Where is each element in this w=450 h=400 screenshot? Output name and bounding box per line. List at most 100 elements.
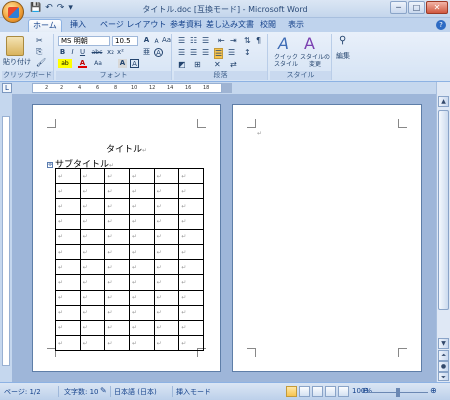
scroll-thumb[interactable] [438, 110, 449, 310]
tab-selector[interactable]: L [2, 83, 12, 93]
font-color-icon[interactable]: A [78, 59, 87, 68]
copy-icon[interactable]: ⎘ [36, 47, 42, 56]
vertical-ruler[interactable] [0, 94, 12, 382]
document-table[interactable]: ↵ ↵ ↵ ↵ ↵ ↵ ↵ ↵ ↵ ↵ ↵ ↵ ↵ ↵ ↵ ↵ ↵ ↵ ↵ ↵ ↵ ↵ ↵ ↵ ↵ ↵ ↵ ↵ ↵ ↵ ↵ ↵ ↵ ↵ ↵ ↵ ↵ ↵ ↵ ↵… [55, 167, 204, 352]
table-cell[interactable]: ↵ [128, 198, 155, 215]
table-cell[interactable]: ↵ [79, 304, 106, 321]
table-cell[interactable]: ↵ [178, 213, 204, 230]
table-cell[interactable]: ↵ [79, 228, 106, 245]
table-cell[interactable]: ↵ [128, 335, 155, 352]
zoom-slider-thumb[interactable] [396, 388, 400, 397]
justify-icon[interactable]: ☰ [214, 48, 224, 59]
table-cell[interactable]: ↵ [104, 183, 130, 200]
table-cell[interactable]: ↵ [55, 167, 81, 185]
quick-style-button[interactable]: クイック スタイル [271, 54, 301, 68]
binoculars-icon[interactable]: ⚲ [339, 36, 346, 46]
multilevel-list-icon[interactable]: ☰ [202, 36, 209, 45]
zoom-out-icon[interactable]: ⊖ [362, 386, 369, 395]
table-cell[interactable]: ↵ [104, 213, 130, 230]
show-marks-icon[interactable]: ¶ [256, 36, 261, 45]
table-cell[interactable]: ↵ [178, 304, 204, 321]
table-cell[interactable]: ↵ [178, 198, 204, 215]
table-cell[interactable]: ↵ [79, 289, 106, 306]
table-cell[interactable]: ↵ [79, 335, 106, 352]
quick-style-icon[interactable]: A [278, 36, 289, 52]
grow-font-icon[interactable]: A [142, 36, 151, 45]
editing-button[interactable]: 編集 [336, 52, 350, 61]
tab-page-layout[interactable]: ページ レイアウト [96, 19, 170, 32]
tab-review[interactable]: 校閲 [256, 19, 280, 32]
web-layout-icon[interactable] [312, 386, 323, 397]
table-cell[interactable]: ↵ [128, 228, 155, 245]
table-move-handle-icon[interactable]: ✥ [47, 162, 53, 168]
close-button[interactable]: ✕ [426, 1, 448, 14]
enclose-char-icon[interactable]: A [154, 48, 163, 57]
table-cell[interactable]: ↵ [128, 243, 155, 261]
table-cell[interactable]: ↵ [128, 274, 155, 291]
table-cell[interactable]: ↵ [153, 259, 180, 276]
bold-button[interactable]: B [58, 48, 67, 57]
table-cell[interactable]: ↵ [178, 335, 204, 352]
table-cell[interactable]: ↵ [128, 183, 155, 200]
help-icon[interactable]: ? [436, 20, 446, 30]
asian-layout-icon[interactable]: ✕ [214, 60, 221, 69]
change-case-icon[interactable]: Aa [92, 59, 104, 68]
document-title[interactable]: タイトル↵ [33, 142, 220, 155]
tab-view[interactable]: 表示 [284, 19, 308, 32]
paste-icon[interactable] [6, 36, 24, 56]
align-left-icon[interactable]: ☰ [178, 48, 185, 57]
tab-mailings[interactable]: 差し込み文書 [202, 19, 258, 32]
office-button[interactable] [2, 1, 24, 23]
table-cell[interactable]: ↵ [178, 319, 204, 337]
prev-page-button[interactable]: ⏶ [438, 350, 449, 361]
decrease-indent-icon[interactable]: ⇤ [218, 36, 225, 45]
bullets-icon[interactable]: ☰ [178, 36, 185, 45]
table-cell[interactable]: ↵ [153, 198, 180, 215]
page-count[interactable]: ページ: 1/2 [4, 387, 41, 397]
table-cell[interactable]: ↵ [153, 243, 180, 261]
document-area[interactable]: タイトル↵ サブタイトル↵ ✥ ↵ ↵ ↵ ↵ ↵ ↵ ↵ ↵ ↵ ↵ ↵ ↵ ↵ ↵ ↵ ↵ ↵ ↵ ↵ ↵ ↵ ↵ ↵ ↵… [12, 94, 436, 382]
phonetic-guide-icon[interactable]: 亜 [142, 48, 151, 57]
table-cell[interactable]: ↵ [153, 319, 180, 337]
browse-object-button[interactable]: ● [438, 361, 449, 372]
scroll-down-button[interactable]: ▼ [438, 338, 449, 349]
proofing-icon[interactable]: ✎ [100, 386, 107, 395]
vertical-scrollbar[interactable]: ▲ ▼ ⏶ ● ⏷ [436, 82, 450, 382]
table-cell[interactable]: ↵ [178, 228, 204, 245]
italic-button[interactable]: I [68, 48, 77, 57]
text-direction-icon[interactable]: ⇄ [230, 60, 237, 69]
shading-icon[interactable]: ◩ [178, 60, 186, 69]
table-cell[interactable]: ↵ [104, 167, 130, 185]
table-cell[interactable]: ↵ [178, 243, 204, 261]
highlight-icon[interactable]: ab [58, 59, 72, 68]
table-cell[interactable]: ↵ [55, 213, 81, 230]
table-cell[interactable]: ↵ [178, 259, 204, 276]
table-cell[interactable]: ↵ [104, 243, 130, 261]
table-cell[interactable]: ↵ [128, 213, 155, 230]
shrink-font-icon[interactable]: A [152, 37, 161, 46]
table-cell[interactable]: ↵ [153, 335, 180, 352]
table-cell[interactable]: ↵ [104, 274, 130, 291]
table-cell[interactable]: ↵ [153, 213, 180, 230]
table-cell[interactable]: ↵ [104, 198, 130, 215]
table-cell[interactable]: ↵ [55, 319, 81, 337]
word-count[interactable]: 文字数: 10 [64, 387, 99, 397]
scroll-up-button[interactable]: ▲ [438, 96, 449, 107]
subscript-button[interactable]: x₂ [106, 48, 115, 57]
maximize-button[interactable]: □ [408, 1, 425, 14]
table-cell[interactable]: ↵ [79, 167, 106, 185]
horizontal-ruler[interactable]: 2 2 4 6 8 10 12 14 16 18 [32, 83, 222, 93]
table-cell[interactable]: ↵ [79, 198, 106, 215]
table-cell[interactable]: ↵ [178, 274, 204, 291]
paste-button-label[interactable]: 貼り付け [3, 58, 31, 67]
table-cell[interactable]: ↵ [178, 289, 204, 306]
char-shading-icon[interactable]: A [118, 59, 127, 68]
table-cell[interactable]: ↵ [79, 183, 106, 200]
table-cell[interactable]: ↵ [79, 319, 106, 337]
full-screen-reading-icon[interactable] [299, 386, 310, 397]
change-style-icon[interactable]: A [304, 36, 315, 52]
numbering-icon[interactable]: ☷ [190, 36, 197, 45]
zoom-in-icon[interactable]: ⊕ [430, 386, 437, 395]
clear-format-icon[interactable]: Aa [162, 36, 171, 45]
insert-mode[interactable]: 挿入モード [176, 387, 211, 397]
